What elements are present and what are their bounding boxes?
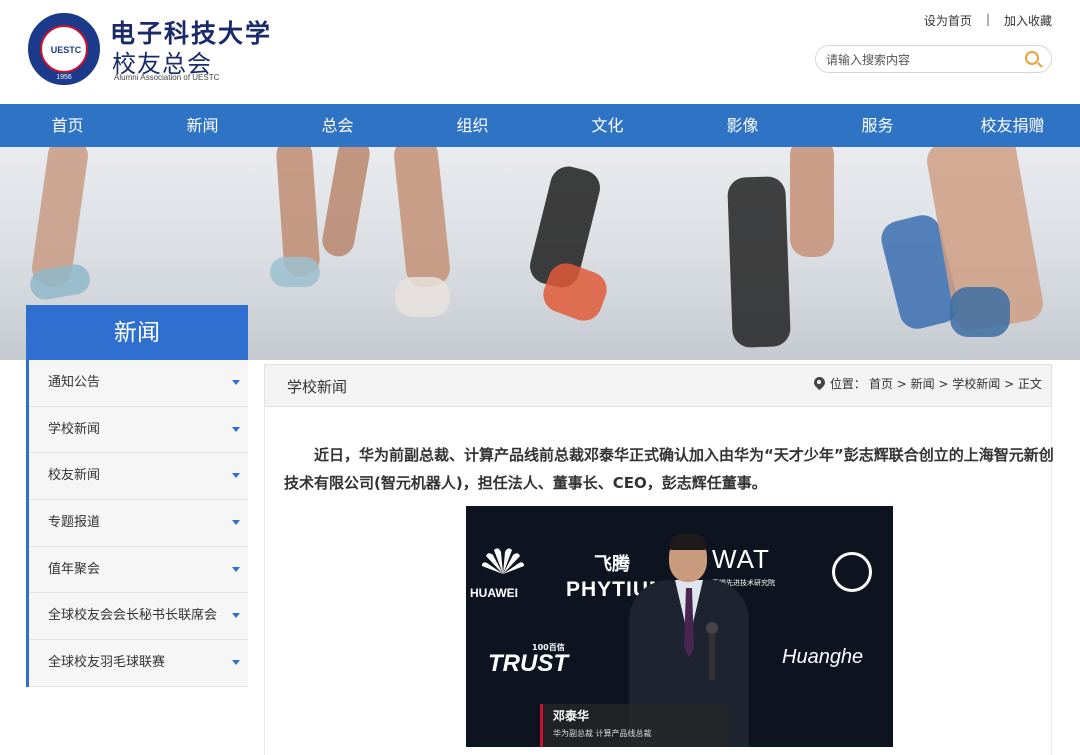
sidebar-item-label: 校友新闻 <box>48 468 101 484</box>
search-input[interactable] <box>826 51 1016 69</box>
sidebar-item-special-reports[interactable]: 专题报道 <box>29 500 248 547</box>
breadcrumb: 位置： 首页 > 新闻 > 学校新闻 > 正文 <box>814 375 1042 392</box>
site-header: UESTC 1956 电子科技大学 校友总会 Alumni Associatio… <box>0 0 1080 104</box>
sidebar-item-label: 值年聚会 <box>48 561 101 577</box>
caret-down-icon <box>232 613 240 619</box>
huawei-text: HUAWEI <box>470 586 518 600</box>
emblem-text: UESTC <box>50 45 82 55</box>
sidebar-item-badminton-league[interactable]: 全球校友羽毛球联赛 <box>29 640 248 687</box>
article-photo: HUAWEI 飞腾 PHYTIUM WAT 无锡先进技术研究院 TRUST 10… <box>466 506 893 747</box>
main-nav: 首页 新闻 总会 组织 文化 影像 服务 校友捐赠 <box>0 104 1080 147</box>
sidebar-item-reunions[interactable]: 值年聚会 <box>29 546 248 594</box>
nav-item-gallery[interactable]: 影像 <box>675 104 810 147</box>
nav-item-organization[interactable]: 组织 <box>405 104 540 147</box>
nav-item-association[interactable]: 总会 <box>270 104 405 147</box>
section-title: 学校新闻 <box>287 378 348 396</box>
sidebar-item-alumni-news[interactable]: 校友新闻 <box>29 453 248 501</box>
logo-english-name: Alumni Association of UESTC <box>114 73 220 82</box>
sidebar-item-school-news[interactable]: 学校新闻 <box>29 406 248 454</box>
search-icon[interactable] <box>1025 51 1039 65</box>
photo-caption: 邓泰华 华为副总裁 计算产品线总裁 <box>540 704 728 747</box>
caption-name: 邓泰华 <box>553 709 590 723</box>
sidebar-item-joint-meeting[interactable]: 全球校友会会长秘书长联席会 <box>29 593 248 641</box>
caption-role: 华为副总裁 计算产品线总裁 <box>553 729 652 738</box>
trust-logo-text: TRUST <box>488 650 568 677</box>
article-paragraph: 近日，华为前副总裁、计算产品线前总裁邓泰华正式确认加入由华为“天才少年”彭志辉联… <box>284 446 1054 492</box>
circle-brand-icon <box>832 552 872 592</box>
caret-down-icon <box>232 473 240 479</box>
caret-down-icon <box>232 566 240 572</box>
sidebar-item-label: 专题报道 <box>48 515 101 531</box>
breadcrumb-path[interactable]: 首页 > 新闻 > 学校新闻 > 正文 <box>869 375 1042 392</box>
top-links-separator: | <box>985 12 990 26</box>
caret-down-icon <box>232 520 240 526</box>
emblem-year: 1956 <box>56 74 72 81</box>
nav-item-home[interactable]: 首页 <box>0 104 135 147</box>
microphone-icon <box>706 622 718 680</box>
sidebar-item-label: 全球校友羽毛球联赛 <box>48 655 166 671</box>
huanghe-logo-text: Huanghe <box>782 646 864 668</box>
nav-item-services[interactable]: 服务 <box>810 104 945 147</box>
search-box <box>815 45 1052 73</box>
caret-down-icon <box>232 426 240 432</box>
set-homepage-link[interactable]: 设为首页 <box>924 12 972 29</box>
caret-down-icon <box>232 380 240 385</box>
breadcrumb-label: 位置： <box>829 377 866 391</box>
sidebar-title: 新闻 <box>26 305 248 360</box>
huawei-logo-icon <box>474 544 532 578</box>
top-links: 设为首页 | 加入收藏 <box>924 12 1052 29</box>
sidebar-menu: 通知公告 学校新闻 校友新闻 专题报道 值年聚会 全球校友会会长秘书长联席会 全… <box>26 360 248 687</box>
sidebar-item-label: 全球校友会会长秘书长联席会 <box>48 608 218 624</box>
university-emblem-logo[interactable]: UESTC 1956 <box>28 13 100 85</box>
nav-item-donation[interactable]: 校友捐赠 <box>945 104 1080 147</box>
sidebar-item-label: 通知公告 <box>48 375 101 390</box>
nav-item-news[interactable]: 新闻 <box>135 104 270 147</box>
content-header: 学校新闻 位置： 首页 > 新闻 > 学校新闻 > 正文 <box>264 364 1052 407</box>
nav-item-culture[interactable]: 文化 <box>540 104 675 147</box>
sidebar-item-notices[interactable]: 通知公告 <box>29 360 248 407</box>
sidebar-item-label: 学校新闻 <box>48 421 101 437</box>
feiteng-text: 飞腾 <box>594 554 630 575</box>
location-pin-icon <box>814 377 825 391</box>
add-favorite-link[interactable]: 加入收藏 <box>1004 12 1052 29</box>
baixin-text: 100百信 <box>532 643 565 652</box>
caret-down-icon <box>232 660 240 666</box>
